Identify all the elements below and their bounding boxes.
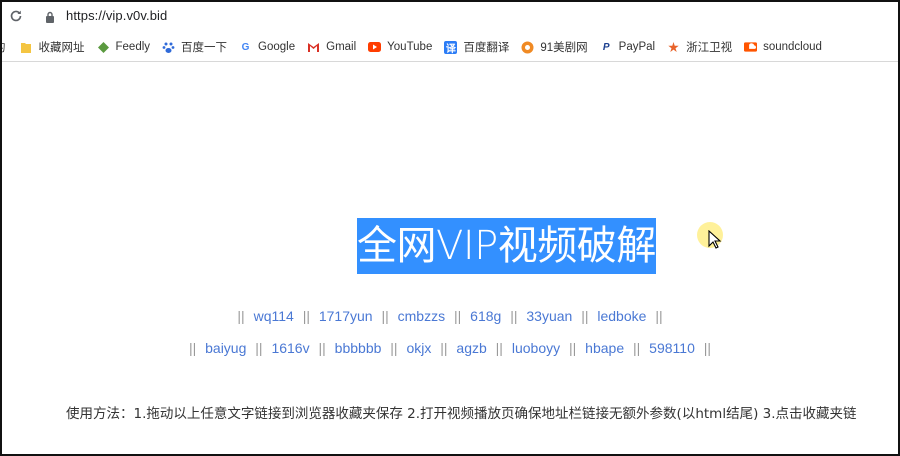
folder-icon <box>20 41 33 54</box>
page-content: 全网VIP视频破解 || wq114 || 1717yun || cmbzzs … <box>0 62 900 456</box>
link-okjx[interactable]: okjx <box>406 340 431 356</box>
bookmark-label: YouTube <box>387 41 433 53</box>
bookmark-label: 收藏网址 <box>38 42 85 54</box>
bookmark-91meiju[interactable]: 91美剧网 <box>521 33 588 61</box>
link-row-2: || baiyug || 1616v || bbbbbb || okjx || … <box>0 340 900 356</box>
link-33yuan[interactable]: 33yuan <box>526 308 572 324</box>
zhejiang-tv-icon <box>667 41 680 54</box>
bookmark-youtube[interactable]: YouTube <box>368 33 432 61</box>
reload-icon <box>10 10 22 22</box>
separator: || <box>655 308 663 324</box>
separator: || <box>569 340 577 356</box>
lock-icon[interactable] <box>45 11 55 23</box>
separator: || <box>510 308 518 324</box>
baidu-icon <box>162 41 175 54</box>
bookmark-label: PayPal <box>618 41 656 53</box>
link-hbape[interactable]: hbape <box>585 340 624 356</box>
youtube-icon <box>368 41 382 54</box>
link-1616v[interactable]: 1616v <box>271 340 309 356</box>
separator: || <box>237 308 245 324</box>
address-bar: https://vip.v0v.bid <box>0 0 900 34</box>
bookmark-folder[interactable]: 收藏网址 <box>20 33 85 61</box>
bookmark-label: Feedly <box>115 41 151 53</box>
bookmark-label: 百度一下 <box>181 42 228 54</box>
link-agzb[interactable]: agzb <box>456 340 486 356</box>
bookmark-paypal[interactable]: P PayPal <box>600 33 655 61</box>
feedly-icon <box>97 41 110 54</box>
paypal-icon: P <box>602 41 610 53</box>
baidu-translate-icon: 译 <box>444 40 458 55</box>
link-ledboke[interactable]: ledboke <box>597 308 646 324</box>
soundcloud-icon <box>744 41 758 54</box>
bookmark-label: Gmail <box>326 41 357 53</box>
separator: || <box>318 340 326 356</box>
bookmark-zhejiang-tv[interactable]: 浙江卫视 <box>667 33 732 61</box>
link-baiyug[interactable]: baiyug <box>205 340 246 356</box>
bookmark-truncated[interactable]: 的 <box>0 33 6 61</box>
bookmark-soundcloud[interactable]: soundcloud <box>744 33 822 61</box>
link-bbbbbb[interactable]: bbbbbb <box>335 340 382 356</box>
separator: || <box>381 308 389 324</box>
bookmark-baidu[interactable]: 百度一下 <box>162 33 227 61</box>
separator: || <box>703 340 712 356</box>
bookmarks-bar: 的 收藏网址 Feedly 百度一下 G Google Gmail <box>0 33 900 62</box>
separator: || <box>390 340 398 356</box>
separator: || <box>495 340 503 356</box>
bookmark-label: soundcloud <box>763 41 822 53</box>
separator: || <box>188 340 197 356</box>
page-title: 全网VIP视频破解 <box>357 218 656 274</box>
google-icon: G <box>241 41 250 53</box>
link-wq114[interactable]: wq114 <box>254 308 294 324</box>
reload-button[interactable] <box>8 8 24 24</box>
mouse-pointer-icon <box>708 230 722 249</box>
meiju-icon <box>521 41 534 54</box>
separator: || <box>633 340 641 356</box>
bookmark-gmail[interactable]: Gmail <box>307 33 356 61</box>
bookmark-baidu-translate[interactable]: 译 百度翻译 <box>444 33 509 61</box>
link-618g[interactable]: 618g <box>470 308 501 324</box>
link-luoboyy[interactable]: luoboyy <box>512 340 560 356</box>
link-row-1: || wq114 || 1717yun || cmbzzs || 618g ||… <box>0 308 900 324</box>
separator: || <box>581 308 589 324</box>
link-1717yun[interactable]: 1717yun <box>319 308 373 324</box>
separator: || <box>255 340 263 356</box>
bookmark-label: 浙江卫视 <box>686 42 733 54</box>
usage-instructions: 使用方法：1.拖动以上任意文字链接到浏览器收藏夹保存 2.打开视频播放页确保地址… <box>66 406 857 422</box>
bookmark-label: Google <box>258 41 296 53</box>
separator: || <box>302 308 310 324</box>
bookmark-label: 的 <box>0 39 6 55</box>
gmail-icon <box>307 41 320 54</box>
url-field[interactable]: https://vip.v0v.bid <box>66 8 167 23</box>
link-598110[interactable]: 598110 <box>649 340 695 356</box>
separator: || <box>453 308 462 324</box>
separator: || <box>440 340 448 356</box>
bookmark-feedly[interactable]: Feedly <box>97 33 151 61</box>
bookmark-google[interactable]: G Google <box>239 33 295 61</box>
bookmark-label: 91美剧网 <box>540 42 588 54</box>
link-cmbzzs[interactable]: cmbzzs <box>398 308 445 324</box>
bookmark-label: 百度翻译 <box>463 42 510 54</box>
